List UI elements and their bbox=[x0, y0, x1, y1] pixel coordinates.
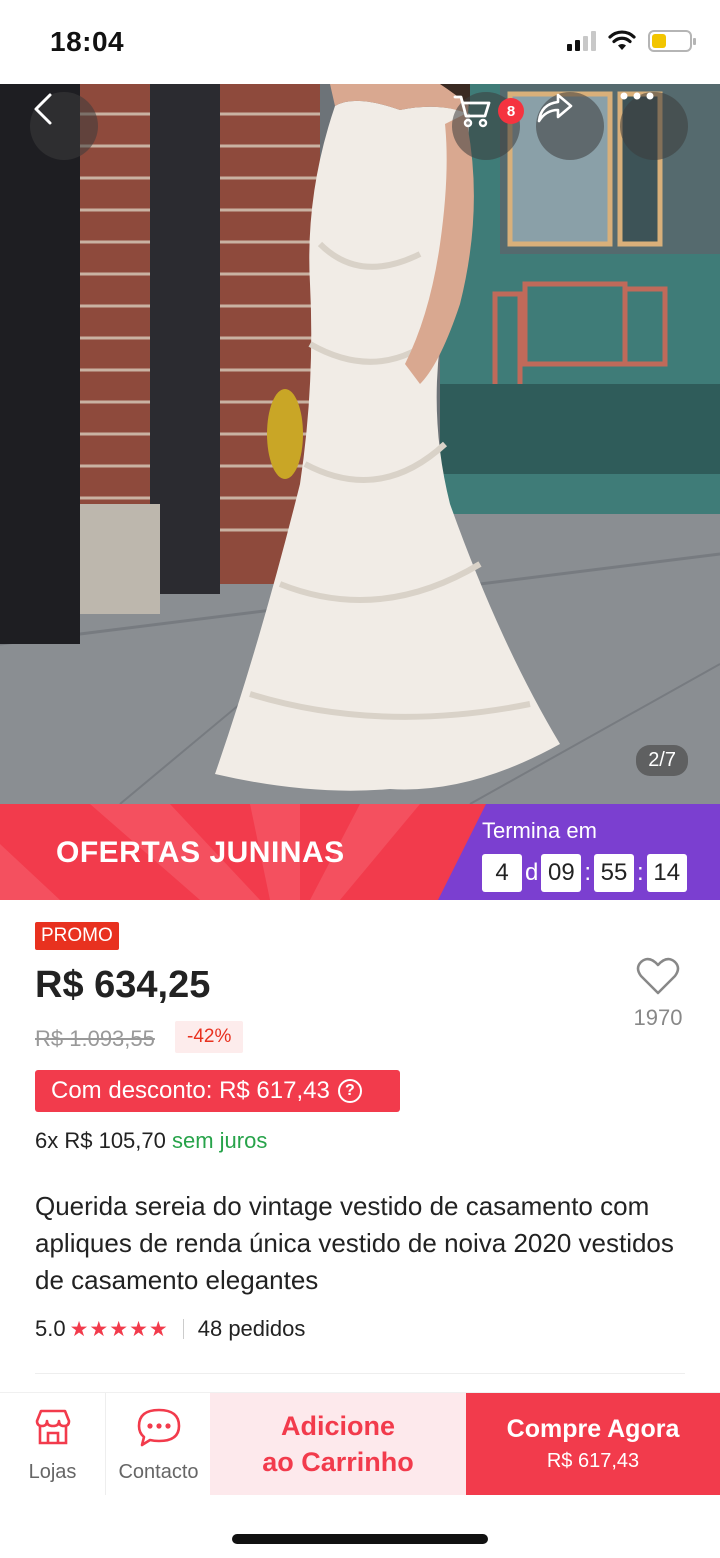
share-button[interactable] bbox=[536, 92, 604, 160]
more-icon bbox=[620, 92, 654, 100]
bottom-action-bar: Lojas Contacto Adicione ao Carrinho Comp… bbox=[0, 1392, 720, 1495]
add-to-cart-label-line1: Adicione bbox=[280, 1411, 395, 1441]
timer-label: Termina em bbox=[482, 818, 597, 843]
contact-button[interactable]: Contacto bbox=[106, 1393, 211, 1495]
image-counter: 2/7 bbox=[636, 745, 688, 776]
add-to-cart-button[interactable]: Adicione ao Carrinho bbox=[210, 1393, 466, 1495]
add-to-cart-label-line2: ao Carrinho bbox=[262, 1447, 414, 1477]
promo-tag: PROMO bbox=[35, 922, 119, 950]
signal-icon bbox=[567, 31, 596, 51]
wishlist-count: 1970 bbox=[633, 1005, 683, 1030]
timer-seconds: 14 bbox=[646, 854, 687, 892]
installments-info: 6x R$ 105,70 sem juros bbox=[35, 1128, 267, 1154]
more-button[interactable] bbox=[620, 92, 688, 160]
back-button[interactable] bbox=[30, 92, 98, 160]
help-icon[interactable]: ? bbox=[337, 1079, 362, 1103]
coupon-price-button[interactable]: Com desconto: R$ 617,43 ? bbox=[35, 1070, 400, 1112]
product-image[interactable]: 8 2/7 bbox=[0, 84, 720, 804]
product-photo bbox=[0, 84, 720, 804]
installments-value: 6x R$ 105,70 bbox=[35, 1128, 166, 1153]
banner-title: OFERTAS JUNINAS bbox=[56, 836, 345, 869]
store-icon bbox=[35, 1409, 70, 1445]
discount-badge: -42% bbox=[175, 1021, 244, 1053]
stores-label: Lojas bbox=[28, 1461, 77, 1483]
timer-separator: : bbox=[584, 859, 592, 886]
cart-button[interactable]: 8 bbox=[452, 92, 524, 160]
divider bbox=[35, 1373, 685, 1374]
contact-label: Contacto bbox=[118, 1461, 199, 1483]
cart-count-badge: 8 bbox=[498, 98, 524, 124]
coupon-text: Com desconto: R$ 617,43 bbox=[51, 1077, 330, 1104]
rating-value: 5.0 bbox=[35, 1316, 66, 1341]
timer-hours: 09 bbox=[541, 854, 582, 892]
current-price: R$ 634,25 bbox=[35, 964, 211, 1006]
product-title: Querida sereia do vintage vestido de cas… bbox=[35, 1191, 674, 1295]
stores-button[interactable]: Lojas bbox=[0, 1393, 105, 1495]
star-rating-icon: ★★★★★ bbox=[69, 1317, 169, 1341]
wishlist-button[interactable]: 1970 bbox=[618, 956, 698, 1031]
countdown-timer: 4 d 09 : 55 : 14 bbox=[482, 854, 687, 892]
original-price: R$ 1.093,55 bbox=[35, 1026, 155, 1051]
buy-now-button[interactable]: Compre Agora R$ 617,43 bbox=[466, 1393, 720, 1495]
cart-icon bbox=[453, 95, 491, 128]
buy-now-price: R$ 617,43 bbox=[546, 1450, 640, 1472]
timer-separator: : bbox=[637, 859, 644, 886]
home-indicator[interactable] bbox=[232, 1534, 488, 1544]
timer-days-unit: d bbox=[525, 859, 539, 886]
buy-now-label: Compre Agora bbox=[506, 1415, 680, 1443]
chat-icon bbox=[137, 1408, 180, 1447]
timer-minutes: 55 bbox=[594, 854, 635, 892]
orders-count: 48 pedidos bbox=[197, 1316, 306, 1341]
status-time: 18:04 bbox=[50, 26, 125, 57]
divider bbox=[182, 1319, 184, 1339]
battery-icon bbox=[648, 30, 696, 52]
status-icons bbox=[567, 30, 696, 52]
timer-days: 4 bbox=[482, 854, 522, 892]
back-icon bbox=[34, 93, 52, 125]
status-bar: 18:04 bbox=[0, 0, 720, 84]
wifi-icon bbox=[608, 30, 636, 50]
heart-icon bbox=[636, 957, 680, 995]
promo-banner[interactable]: OFERTAS JUNINAS Termina em 4 d 09 : 55 :… bbox=[0, 804, 720, 900]
installments-note: sem juros bbox=[172, 1128, 268, 1153]
rating-row[interactable]: 5.0 ★★★★★ 48 pedidos bbox=[35, 1316, 305, 1342]
share-icon bbox=[537, 93, 573, 123]
